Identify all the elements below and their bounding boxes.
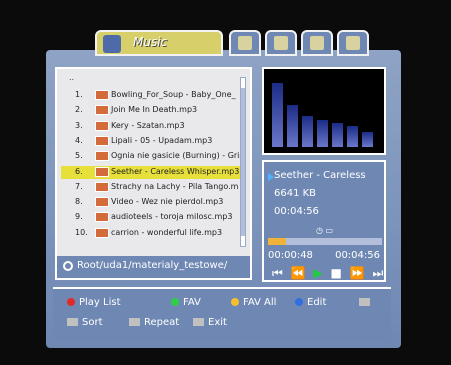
repeat-key-icon — [129, 318, 140, 326]
list-item-number: 7. — [75, 181, 83, 191]
total-time: 00:04:56 — [335, 250, 380, 261]
audio-file-icon — [95, 120, 109, 131]
skip-previous-icon[interactable]: ⏮ — [272, 266, 285, 280]
legend-fav-all[interactable]: FAV All — [231, 297, 276, 308]
current-path: Root/uda1/materialy_testowe/ — [77, 260, 228, 271]
skip-next-icon[interactable]: ⏭ — [372, 266, 385, 280]
play-icon[interactable]: ▶ — [313, 266, 324, 280]
settings-icon — [274, 36, 288, 50]
audio-file-icon — [95, 105, 109, 116]
file-list: .. 1. Bowling_For_Soup - Baby_One_ 2. Join … — [55, 67, 252, 280]
spectrum-bar — [302, 116, 313, 147]
legend-sort[interactable]: Sort — [67, 317, 103, 328]
list-item-number: 8. — [75, 197, 83, 207]
red-button-icon — [67, 298, 75, 306]
progress-fill — [268, 238, 287, 245]
progress-bar[interactable] — [268, 238, 382, 245]
list-item-number: 2. — [75, 105, 83, 115]
spectrum-bar — [362, 132, 373, 147]
tools-icon — [238, 36, 252, 50]
tab-movies[interactable] — [301, 30, 333, 56]
audio-file-icon — [95, 166, 109, 177]
tab-music-label: Music — [133, 35, 168, 49]
list-item-title: Lipali - 05 - Upadam.mp3 — [111, 135, 213, 145]
list-item-number: 9. — [75, 212, 83, 222]
yellow-button-icon — [231, 298, 239, 306]
legend-fav[interactable]: FAV — [171, 297, 201, 308]
fast-forward-icon[interactable]: ⏩ — [350, 266, 367, 280]
audio-file-icon — [95, 135, 109, 146]
audio-file-icon — [95, 197, 109, 208]
scroll-thumb[interactable] — [241, 88, 245, 236]
spectrum-bar — [287, 105, 298, 147]
path-bar: Root/uda1/materialy_testowe/ — [57, 256, 250, 278]
list-item-number: 6. — [75, 166, 83, 176]
green-button-icon — [171, 298, 179, 306]
list-scrollbar[interactable] — [240, 77, 246, 247]
list-item-title: Kery - Szatan.mp3 — [111, 120, 185, 130]
spectrum-visualizer — [262, 67, 386, 155]
spectrum-bar — [317, 120, 328, 147]
list-item-title: Join Me In Death.mp3 — [111, 105, 198, 115]
tab-music[interactable]: Music — [95, 30, 223, 56]
info-key-icon[interactable] — [359, 297, 374, 308]
rewind-icon[interactable]: ⏪ — [291, 266, 308, 280]
list-item[interactable]: 9. audioteels - toroja milosc.mp3 — [61, 211, 241, 224]
tv-screen: Music .. 1. Bowling_For_Soup - Baby_One_ 2… — [0, 0, 451, 365]
list-item-number: 4. — [75, 135, 83, 145]
list-item-number: 1. — [75, 90, 83, 99]
music-icon — [103, 35, 121, 53]
list-item-title: Strachy na Lachy - Pila Tango.m — [111, 181, 239, 191]
film-icon — [310, 36, 324, 50]
list-item[interactable]: 3. Kery - Szatan.mp3 — [61, 120, 241, 133]
legend-repeat[interactable]: Repeat — [129, 317, 179, 328]
track-title: Seether - Careless — [274, 170, 366, 181]
list-item-title: Ognia nie gasicie (Burning) - Gris — [111, 151, 244, 161]
legend-play-list[interactable]: Play List — [67, 297, 121, 308]
list-item[interactable]: 4. Lipali - 05 - Upadam.mp3 — [61, 135, 241, 148]
list-item[interactable]: 1. Bowling_For_Soup - Baby_One_ — [61, 89, 241, 102]
list-item[interactable]: 8. Video - Wez nie pierdol.mp3 — [61, 196, 241, 209]
parent-folder-item[interactable]: .. — [69, 73, 74, 82]
spectrum-bar — [332, 123, 343, 147]
audio-file-icon — [95, 212, 109, 223]
audio-file-icon — [95, 151, 109, 162]
list-item-number: 5. — [75, 151, 83, 161]
stop-icon[interactable]: ■ — [330, 266, 343, 280]
track-size: 6641 KB — [274, 188, 317, 199]
audio-file-icon — [95, 90, 109, 100]
tab-photos[interactable] — [337, 30, 369, 56]
tab-tools[interactable] — [229, 30, 261, 56]
playback-controls: ⏮ ⏪ ▶ ■ ⏩ ⏭ — [272, 266, 385, 281]
photo-icon — [346, 36, 360, 50]
audio-file-icon — [95, 227, 109, 238]
list-item-title: carrion - wonderful life.mp3 — [111, 227, 223, 237]
spectrum-bar — [347, 126, 358, 147]
legend-exit[interactable]: Exit — [193, 317, 227, 328]
folder-icon — [63, 261, 73, 271]
now-playing-panel: Seether - Careless 6641 KB 00:04:56 ◷ ▭ … — [262, 160, 386, 282]
list-item-title: audioteels - toroja milosc.mp3 — [111, 212, 233, 222]
list-item[interactable]: 2. Join Me In Death.mp3 — [61, 104, 241, 117]
exit-key-icon — [193, 318, 204, 326]
list-item[interactable]: 7. Strachy na Lachy - Pila Tango.m — [61, 181, 241, 194]
list-item-title: Bowling_For_Soup - Baby_One_ — [111, 90, 236, 99]
blue-button-icon — [295, 298, 303, 306]
list-item[interactable]: 6. Seether - Careless Whisper.mp3 — [61, 165, 241, 179]
tab-settings[interactable] — [265, 30, 297, 56]
legend-edit[interactable]: Edit — [295, 297, 326, 308]
button-legend: Play List FAV FAV All Edit Sort Repeat E… — [53, 287, 391, 341]
list-item[interactable]: 5. Ognia nie gasicie (Burning) - Gris — [61, 150, 244, 163]
list-item-title: Video - Wez nie pierdol.mp3 — [111, 197, 224, 207]
track-duration: 00:04:56 — [274, 206, 319, 217]
sort-key-icon — [67, 318, 78, 326]
elapsed-time: 00:00:48 — [268, 250, 313, 261]
list-item-title: Seether - Careless Whisper.mp3 — [111, 166, 240, 176]
audio-file-icon — [95, 181, 109, 192]
spectrum-bar — [272, 83, 283, 147]
status-icons: ◷ ▭ — [316, 226, 334, 235]
list-item[interactable]: 10. carrion - wonderful life.mp3 — [61, 227, 241, 240]
list-item-number: 10. — [75, 227, 88, 237]
list-item-number: 3. — [75, 120, 83, 130]
